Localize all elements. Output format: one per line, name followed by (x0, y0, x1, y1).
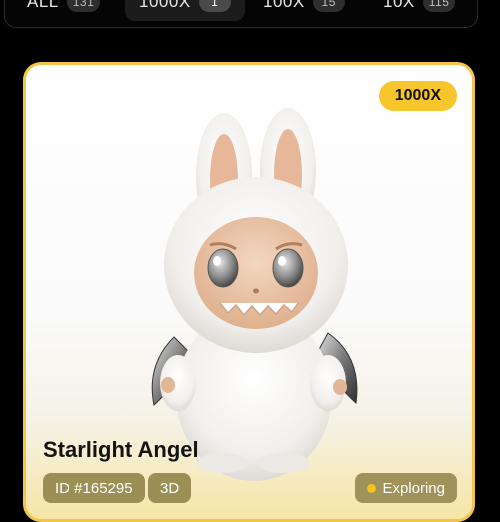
tab-label: ALL (27, 0, 59, 11)
status-dot-icon (367, 483, 377, 493)
tab-count-badge: 1 (198, 0, 231, 12)
tab-all[interactable]: ALL 131 (27, 0, 101, 21)
tab-label: 1000X (139, 0, 191, 11)
tab-count-badge: 131 (66, 0, 101, 12)
tab-count-badge: 115 (422, 0, 456, 12)
tab-1000x[interactable]: 1000X 1 (125, 0, 245, 21)
status-chip: Exploring (355, 473, 457, 503)
rarity-filter-tabs: ALL 131 1000X 1 100X 15 10X 115 (4, 0, 478, 28)
tab-label: 10X (383, 0, 415, 11)
tier-badge: 1000X (378, 81, 457, 111)
card-title: Starlight Angel (43, 437, 199, 462)
type-chip: 3D (148, 473, 192, 503)
tab-100x[interactable]: 100X 15 (263, 0, 345, 21)
tab-label: 100X (263, 0, 305, 11)
collectible-card[interactable]: 1000X Starlight Angel ID #165295 3D Expl… (23, 62, 475, 522)
status-label: Exploring (382, 479, 445, 497)
tab-10x[interactable]: 10X 115 (383, 0, 456, 21)
tab-count-badge: 15 (312, 0, 345, 12)
id-chip: ID #165295 (43, 473, 145, 503)
